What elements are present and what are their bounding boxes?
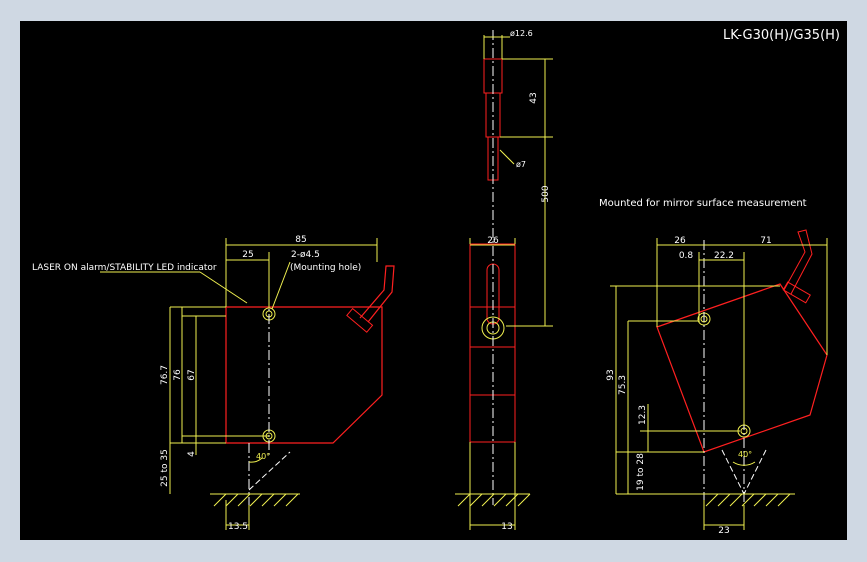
dim-25-to-35: 25 to 35 <box>160 449 170 487</box>
dim-43: 43 <box>529 92 539 103</box>
dim-76: 76 <box>173 369 183 381</box>
front-sensor-body <box>225 306 383 444</box>
dim-4: 4 <box>187 451 197 457</box>
mirror-angle: 40° <box>738 450 752 459</box>
dim-500: 500 <box>541 185 551 202</box>
front-angle: 40° <box>256 452 270 461</box>
side-dim-lines <box>469 35 553 530</box>
mirror-ground-hatch <box>705 493 791 507</box>
viewer-frame: LK-G30(H)/G35(H) 40° 85 25 2-ø4.5 (Mount… <box>0 0 867 562</box>
side-view: ø12.6 43 ø7 500 26 13 <box>455 29 553 532</box>
cad-drawing: LK-G30(H)/G35(H) 40° 85 25 2-ø4.5 (Mount… <box>32 28 840 536</box>
side-ground-hatch <box>457 493 531 507</box>
front-view: 40° 85 25 2-ø4.5 (Mounting hole) LASER O… <box>32 235 395 532</box>
dim-d12-6: ø12.6 <box>510 29 533 38</box>
dim-25: 25 <box>242 250 253 260</box>
dim-67: 67 <box>187 369 197 380</box>
dim-mirror-22-2: 22.2 <box>714 251 734 261</box>
dim-d7: ø7 <box>516 160 526 169</box>
dim-26: 26 <box>487 236 499 246</box>
dim-mirror-12-3: 12.3 <box>638 405 648 425</box>
dim-mirror-0-8: 0.8 <box>679 251 694 261</box>
dim-76-7: 76.7 <box>160 365 170 385</box>
mirror-mount-view: Mounted for mirror surface measurement 4… <box>599 198 828 536</box>
label-laser-led: LASER ON alarm/STABILITY LED indicator <box>32 263 217 273</box>
mirror-sensor-body <box>656 283 828 453</box>
front-ground-hatch <box>213 493 299 507</box>
dim-85: 85 <box>295 235 306 245</box>
dim-mirror-26: 26 <box>674 236 686 246</box>
mirror-cable <box>783 229 813 295</box>
mirror-cable-gland <box>782 281 811 304</box>
front-cable <box>359 265 395 323</box>
dim-13-5: 13.5 <box>228 522 248 532</box>
label-mounting-holes: 2-ø4.5 <box>291 250 320 260</box>
label-mirror-mount: Mounted for mirror surface measurement <box>599 198 807 209</box>
dim-mirror-75-3: 75.3 <box>618 375 628 395</box>
dim-mirror-19-to-28: 19 to 28 <box>636 453 646 491</box>
front-dim-lines <box>100 238 378 530</box>
dim-13: 13 <box>501 522 512 532</box>
drawing-title: LK-G30(H)/G35(H) <box>723 28 840 43</box>
dim-mirror-23: 23 <box>718 526 729 536</box>
label-mounting-note: (Mounting hole) <box>290 263 361 273</box>
drawing-canvas: LK-G30(H)/G35(H) 40° 85 25 2-ø4.5 (Mount… <box>20 21 847 540</box>
dim-mirror-93: 93 <box>606 369 616 380</box>
dim-mirror-71: 71 <box>760 236 771 246</box>
